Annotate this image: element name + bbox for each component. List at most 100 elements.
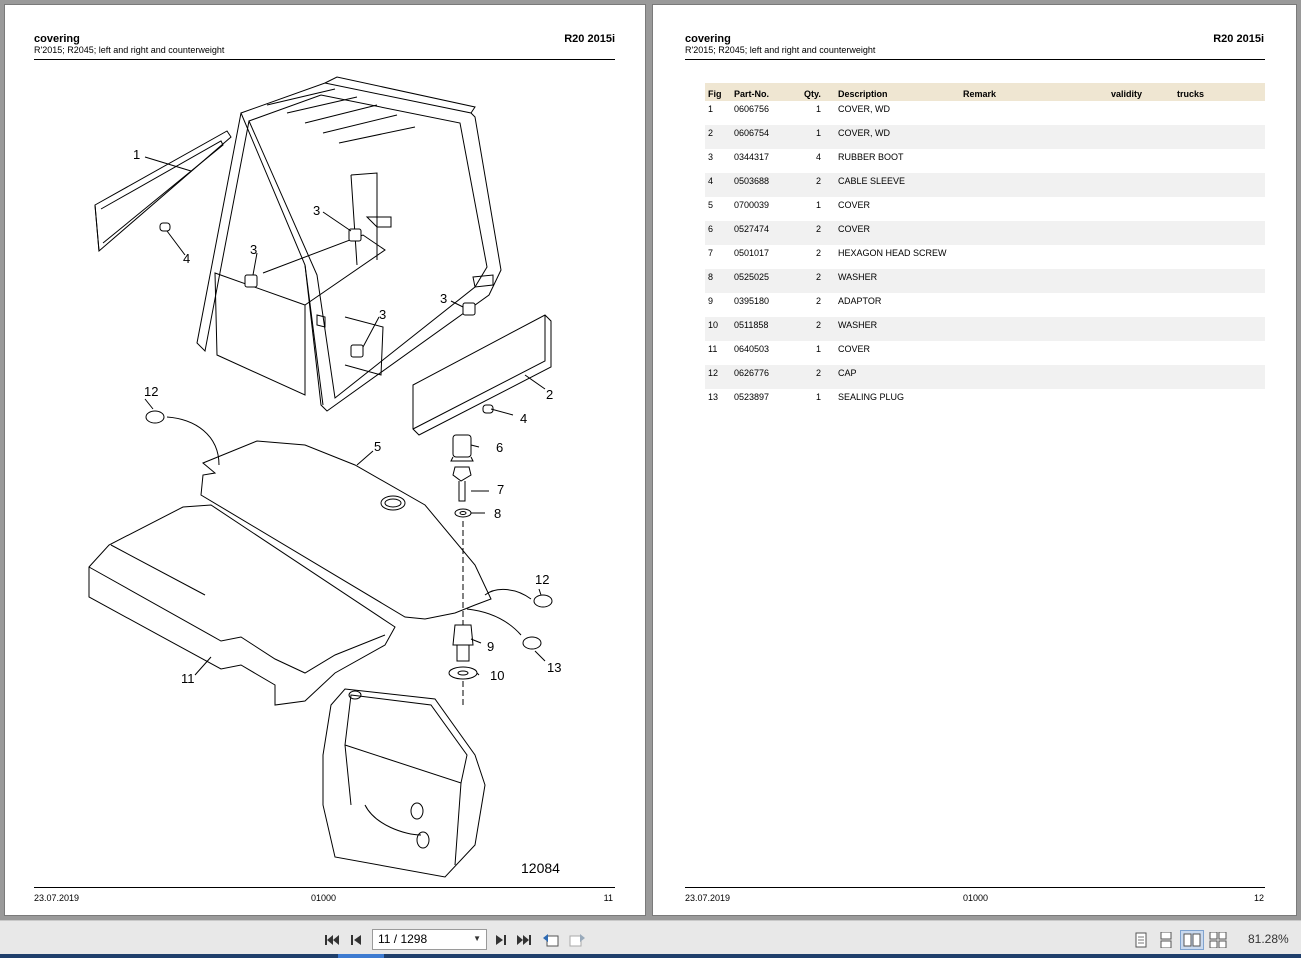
page-title: covering [34,33,80,45]
drawing-number: 12084 [521,860,560,876]
cell-qty: 1 [815,200,821,210]
cell-part-no: 0525025 [731,269,801,293]
cell-part-no: 0606754 [731,125,801,149]
side-cover-1 [94,130,232,253]
page-subtitle: R'2015; R2045; left and right and counte… [34,45,225,55]
cell-trucks [1174,341,1265,365]
cell-description: COVER [838,344,871,354]
previous-page-icon[interactable] [347,931,365,949]
table-row: 13 0523897 1 SEALING PLUG [705,389,1265,413]
callout-2: 2 [546,387,553,402]
page-indicator-text: 11 / 1298 [378,932,428,946]
cell-fig: 5 [708,200,714,210]
cell-remark [960,317,1108,341]
exploded-parts-drawing: 1 2 3 3 3 3 4 4 5 6 7 8 9 10 11 12 12 13… [88,76,561,878]
callout-8: 8 [494,506,501,521]
cell-validity [1108,317,1174,341]
first-page-icon[interactable] [323,931,341,949]
counterweight-block [322,688,486,878]
cell-trucks [1174,365,1265,389]
cell-description: ADAPTOR [838,296,882,306]
model-label: R20 2015i [564,33,615,45]
header-divider [34,59,615,60]
two-page-view-icon[interactable] [1180,930,1204,950]
cell-remark [960,125,1108,149]
col-part-no: Part-No. [731,83,801,101]
table-row: 11 0640503 1 COVER [705,341,1265,365]
go-forward-view-icon[interactable] [568,931,586,949]
cell-part-no: 0700039 [734,200,770,210]
footer-date: 23.07.2019 [34,893,80,903]
zoom-level[interactable]: 81.28% [1248,932,1289,946]
cell-description: COVER [835,221,960,245]
next-page-icon[interactable] [492,931,510,949]
col-validity: validity [1108,83,1174,101]
cell-trucks [1174,125,1265,149]
cell-trucks [1174,149,1265,173]
cell-trucks [1174,221,1265,245]
cell-fig: 2 [705,125,731,149]
cell-remark [960,389,1108,413]
table-row: 2 0606754 1 COVER, WD [705,125,1265,149]
cell-part-no: 0606756 [734,104,770,114]
cell-part-no: 0501017 [734,248,770,258]
two-page-continuous-view-icon[interactable] [1209,931,1227,949]
table-row: 1 0606756 1 COVER, WD [705,101,1265,125]
callout-3b: 3 [250,242,257,257]
cell-part-no: 0640503 [734,344,770,354]
callout-3c: 3 [379,307,386,322]
cell-remark [960,221,1108,245]
cell-fig: 1 [708,104,714,114]
taskbar-active-item[interactable] [338,954,384,958]
chevron-down-icon: ▼ [473,934,481,943]
cell-remark [960,365,1108,389]
cell-validity [1108,365,1174,389]
cell-remark [960,149,1108,173]
cell-description: HEXAGON HEAD SCREW [838,248,947,258]
cell-validity [1108,173,1174,197]
cell-trucks [1174,317,1265,341]
cell-qty: 2 [815,296,821,306]
document-page-left: covering R'2015; R2045; left and right a… [4,4,646,916]
cell-trucks [1174,101,1265,125]
cell-validity [1108,269,1174,293]
page-number-select[interactable]: 11 / 1298 ▼ [372,929,487,950]
callout-3a: 3 [313,203,320,218]
last-page-icon[interactable] [515,931,533,949]
cell-qty: 2 [801,173,835,197]
cell-validity [1108,389,1174,413]
callout-3d: 3 [440,291,447,306]
table-row: 5 0700039 1 COVER [705,197,1265,221]
single-page-view-icon[interactable] [1132,931,1150,949]
continuous-view-icon[interactable] [1157,931,1175,949]
cell-remark [960,293,1108,317]
table-row: 3 0344317 4 RUBBER BOOT [705,149,1265,173]
go-back-view-icon[interactable] [542,931,560,949]
col-description: Description [835,83,960,101]
top-cover-5 [200,440,492,620]
callout-11: 11 [181,671,195,686]
side-cover-2 [412,314,552,436]
col-fig: Fig [705,83,731,101]
cell-qty: 1 [815,104,821,114]
viewer-toolbar: 11 / 1298 ▼ 81.28% [0,920,1301,958]
cell-validity [1108,149,1174,173]
cell-qty: 2 [801,221,835,245]
cell-validity [1108,221,1174,245]
footer-page-number: 12 [1253,893,1264,903]
cell-trucks [1174,197,1265,221]
cell-remark [960,269,1108,293]
cell-part-no: 0511858 [731,317,801,341]
footer-page-number: 11 [603,893,613,903]
cell-trucks [1174,173,1265,197]
cell-part-no: 0523897 [734,392,770,402]
callout-13: 13 [547,660,561,675]
cell-validity [1108,245,1174,269]
cell-description: COVER, WD [838,104,891,114]
header-divider [685,59,1265,60]
callout-1: 1 [133,147,140,162]
table-row: 6 0527474 2 COVER [705,221,1265,245]
cell-fig: 13 [708,392,719,402]
cell-description: RUBBER BOOT [838,152,904,162]
cell-trucks [1174,389,1265,413]
